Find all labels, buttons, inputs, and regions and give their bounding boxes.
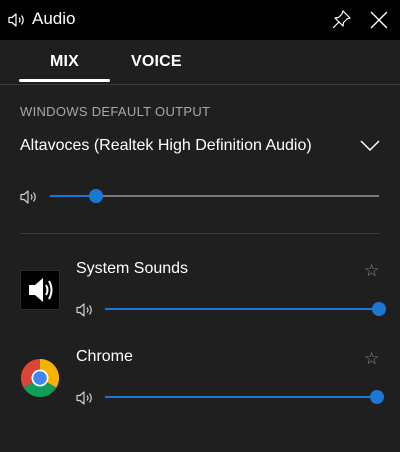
slider-thumb[interactable] xyxy=(370,390,384,404)
slider-thumb[interactable] xyxy=(372,302,386,316)
favorite-star-icon[interactable]: ☆ xyxy=(364,350,379,367)
system-sounds-volume-slider[interactable] xyxy=(105,301,386,317)
favorite-star-icon[interactable]: ☆ xyxy=(364,262,379,279)
title-bar: Audio xyxy=(0,0,400,40)
volume-icon[interactable] xyxy=(20,189,38,205)
pin-icon[interactable] xyxy=(330,9,352,31)
slider-fill xyxy=(105,308,379,310)
speaker-icon xyxy=(8,13,24,27)
active-tab-indicator xyxy=(19,79,110,82)
chevron-down-icon xyxy=(360,140,380,152)
close-icon[interactable] xyxy=(369,10,389,30)
window-title: Audio xyxy=(32,9,76,28)
speaker-icon xyxy=(29,278,53,302)
output-device-name: Altavoces (Realtek High Definition Audio… xyxy=(20,137,312,154)
chrome-volume-slider[interactable] xyxy=(105,389,384,405)
system-sounds-icon xyxy=(20,270,60,310)
tab-voice[interactable]: VOICE xyxy=(131,53,182,71)
slider-fill xyxy=(105,396,377,398)
slider-thumb[interactable] xyxy=(89,189,104,203)
chrome-icon xyxy=(20,358,60,398)
output-device-dropdown[interactable]: Altavoces (Realtek High Definition Audio… xyxy=(20,132,382,160)
master-volume-slider[interactable] xyxy=(50,188,379,204)
volume-icon[interactable] xyxy=(76,302,94,318)
chrome-label: Chrome xyxy=(76,348,133,365)
section-divider xyxy=(20,233,380,234)
tab-mix[interactable]: MIX xyxy=(50,53,79,71)
system-sounds-label: System Sounds xyxy=(76,260,189,277)
audio-panel: MIX VOICE WINDOWS DEFAULT OUTPUT Altavoc… xyxy=(0,40,400,452)
volume-icon[interactable] xyxy=(76,390,94,406)
default-output-label: WINDOWS DEFAULT OUTPUT xyxy=(20,104,211,119)
tabs-divider xyxy=(0,84,400,85)
chrome-logo-icon xyxy=(21,359,59,397)
